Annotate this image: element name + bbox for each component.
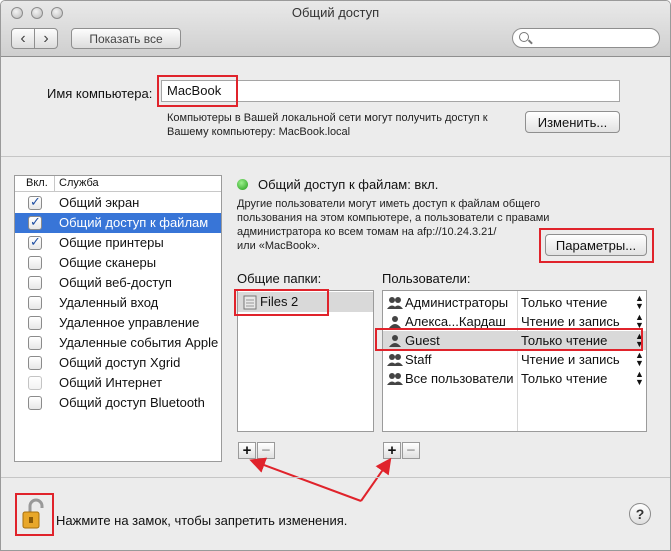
lock-icon[interactable] xyxy=(22,498,46,530)
help-button[interactable]: ? xyxy=(629,503,651,525)
annotation-arrow xyxy=(360,457,392,502)
annotation-arrows xyxy=(249,457,392,502)
sharing-window: Общий доступ ‹ › Показать все Имя компью… xyxy=(0,0,671,551)
lock-hint-text: Нажмите на замок, чтобы запретить измене… xyxy=(56,513,348,528)
annotation-arrow xyxy=(249,457,362,502)
divider xyxy=(1,477,670,478)
